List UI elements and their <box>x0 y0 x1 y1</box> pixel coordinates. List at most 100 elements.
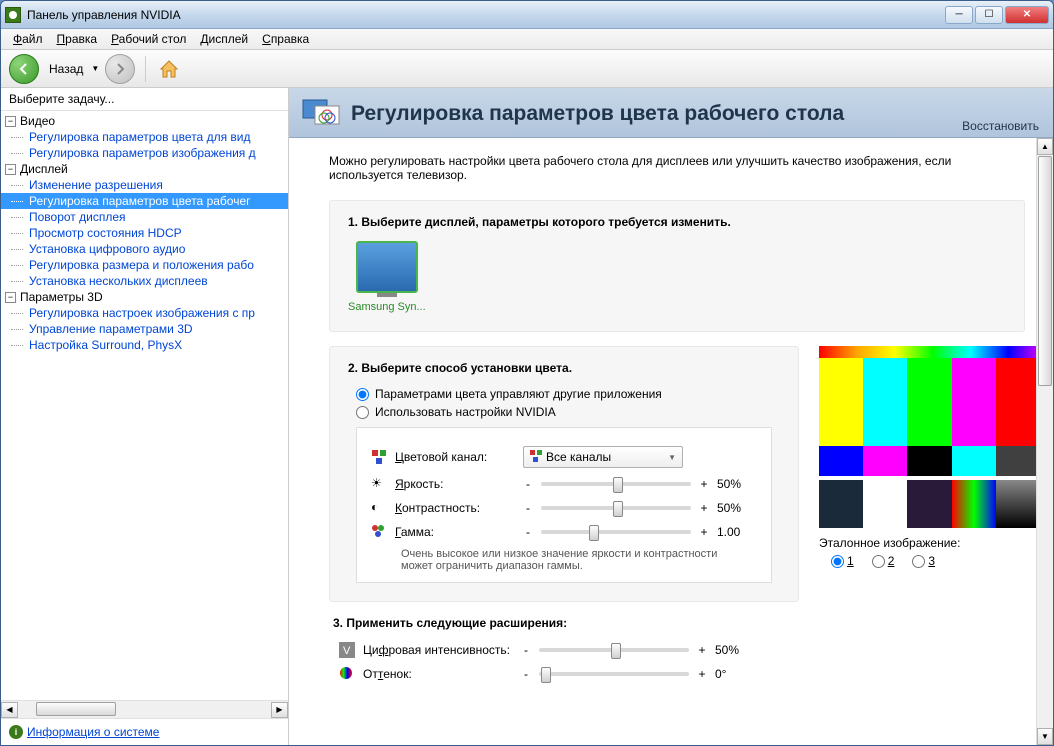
scroll-track[interactable] <box>18 702 271 718</box>
tree-item[interactable]: Регулировка параметров цвета для вид <box>1 129 288 145</box>
slider-thumb[interactable] <box>541 667 551 683</box>
minimize-button[interactable]: ─ <box>945 6 973 24</box>
reference-panel: Эталонное изображение: 1 2 3 <box>819 346 1053 568</box>
sysinfo-row: i Информация о системе <box>1 718 288 745</box>
ref-radio-3[interactable]: 3 <box>912 554 935 568</box>
sidebar: Выберите задачу... −Видео Регулировка па… <box>1 88 289 745</box>
tree-cat-display[interactable]: −Дисплей <box>1 161 288 177</box>
gamma-value: 1.00 <box>717 525 757 539</box>
forward-button[interactable] <box>105 54 135 84</box>
collapse-icon[interactable]: − <box>5 164 16 175</box>
back-dropdown[interactable]: ▼ <box>91 64 99 73</box>
header-monitor-icon <box>301 96 341 132</box>
hue-label: Оттенок: <box>363 667 513 681</box>
tree-item[interactable]: Установка цифрового аудио <box>1 241 288 257</box>
tree-item[interactable]: Регулировка параметров изображения д <box>1 145 288 161</box>
channel-select[interactable]: Все каналы ▼ <box>523 446 683 468</box>
content-header: Регулировка параметров цвета рабочего ст… <box>289 88 1053 138</box>
radio-other-apps[interactable]: Параметрами цвета управляют другие прило… <box>356 387 780 401</box>
content: Регулировка параметров цвета рабочего ст… <box>289 88 1053 745</box>
tree-item[interactable]: Установка нескольких дисплеев <box>1 273 288 289</box>
menu-display[interactable]: Дисплей <box>194 30 254 48</box>
svg-text:V: V <box>343 645 351 657</box>
task-tree[interactable]: −Видео Регулировка параметров цвета для … <box>1 111 288 700</box>
chevron-down-icon: ▼ <box>668 453 676 462</box>
reference-radios: 1 2 3 <box>819 554 1053 568</box>
section-3: 3. Применить следующие расширения: V Циф… <box>329 616 799 682</box>
ref-radio-2[interactable]: 2 <box>872 554 895 568</box>
tree-item[interactable]: Регулировка настроек изображения с пр <box>1 305 288 321</box>
scroll-thumb[interactable] <box>36 702 116 716</box>
hue-value: 0° <box>715 667 755 681</box>
radio-input[interactable] <box>356 406 369 419</box>
section-2: 2. Выберите способ установки цвета. Пара… <box>329 346 799 602</box>
hue-row: Оттенок: -+0° <box>339 666 799 682</box>
radio-input[interactable] <box>356 388 369 401</box>
sidebar-hscroll[interactable]: ◀ ▶ <box>1 700 288 718</box>
color-settings: Цветовой канал: Все каналы ▼ ☀ Яркость: <box>356 427 772 583</box>
scroll-down-button[interactable]: ▼ <box>1037 728 1053 745</box>
tree-item[interactable]: Управление параметрами 3D <box>1 321 288 337</box>
testcard <box>819 346 1053 528</box>
radio-nvidia[interactable]: Использовать настройки NVIDIA <box>356 405 780 419</box>
back-button[interactable] <box>9 54 39 84</box>
maximize-button[interactable]: ☐ <box>975 6 1003 24</box>
monitor-icon <box>356 241 418 293</box>
window-title: Панель управления NVIDIA <box>27 8 945 22</box>
channel-label: Цветовой канал: <box>395 450 515 464</box>
gamma-row: Гамма: -+1.00 <box>371 524 757 540</box>
reference-label: Эталонное изображение: <box>819 536 1053 550</box>
tree-item[interactable]: Просмотр состояния HDCP <box>1 225 288 241</box>
back-label: Назад <box>49 62 83 76</box>
display-item[interactable]: Samsung Syn... <box>348 241 426 313</box>
slider-thumb[interactable] <box>613 501 623 517</box>
menu-desktop[interactable]: Рабочий стол <box>105 30 192 48</box>
collapse-icon[interactable]: − <box>5 116 16 127</box>
slider-thumb[interactable] <box>589 525 599 541</box>
nvidia-icon <box>5 7 21 23</box>
contrast-icon: ◐ <box>371 500 387 516</box>
titlebar[interactable]: Панель управления NVIDIA ─ ☐ ✕ <box>1 1 1053 29</box>
restore-link[interactable]: Восстановить <box>962 119 1039 133</box>
collapse-icon[interactable]: − <box>5 292 16 303</box>
description: Можно регулировать настройки цвета рабоч… <box>329 154 1025 182</box>
scroll-right-button[interactable]: ▶ <box>271 702 288 718</box>
arrow-right-icon <box>113 62 127 76</box>
slider-thumb[interactable] <box>613 477 623 493</box>
slider-thumb[interactable] <box>611 643 621 659</box>
scroll-left-button[interactable]: ◀ <box>1 702 18 718</box>
vibrance-slider[interactable] <box>539 648 689 652</box>
tree-item[interactable]: Изменение разрешения <box>1 177 288 193</box>
channel-select-icon <box>530 450 542 465</box>
gamma-slider[interactable] <box>541 530 691 534</box>
contrast-label: Контрастность: <box>395 501 515 515</box>
menu-file[interactable]: Файл <box>7 30 49 48</box>
tree-item-selected[interactable]: Регулировка параметров цвета рабочег <box>1 193 288 209</box>
toolbar: Назад ▼ <box>1 50 1053 88</box>
menu-help[interactable]: Справка <box>256 30 315 48</box>
scroll-up-button[interactable]: ▲ <box>1037 138 1053 155</box>
sysinfo-link[interactable]: Информация о системе <box>27 725 159 739</box>
tree-cat-video[interactable]: −Видео <box>1 113 288 129</box>
tree-item[interactable]: Поворот дисплея <box>1 209 288 225</box>
vscrollbar[interactable]: ▲ ▼ <box>1036 138 1053 745</box>
contrast-slider[interactable] <box>541 506 691 510</box>
home-button[interactable] <box>156 56 182 82</box>
testcard-sub <box>819 480 1053 528</box>
section-1: 1. Выберите дисплей, параметры которого … <box>329 200 1025 332</box>
tree-item[interactable]: Настройка Surround, PhysX <box>1 337 288 353</box>
tree-item[interactable]: Регулировка размера и положения рабо <box>1 257 288 273</box>
content-scroll: Можно регулировать настройки цвета рабоч… <box>289 138 1053 745</box>
gamma-label: Гамма: <box>395 525 515 539</box>
hue-slider[interactable] <box>539 672 689 676</box>
section1-title: 1. Выберите дисплей, параметры которого … <box>348 215 1006 229</box>
close-button[interactable]: ✕ <box>1005 6 1049 24</box>
menubar: Файл Правка Рабочий стол Дисплей Справка <box>1 29 1053 50</box>
tree-cat-3d[interactable]: −Параметры 3D <box>1 289 288 305</box>
ref-radio-1[interactable]: 1 <box>831 554 854 568</box>
brightness-slider[interactable] <box>541 482 691 486</box>
gamma-note: Очень высокое или низкое значение яркост… <box>401 548 721 572</box>
vscroll-thumb[interactable] <box>1038 156 1052 386</box>
menu-edit[interactable]: Правка <box>51 30 104 48</box>
contrast-row: ◐ Контрастность: -+50% <box>371 500 757 516</box>
